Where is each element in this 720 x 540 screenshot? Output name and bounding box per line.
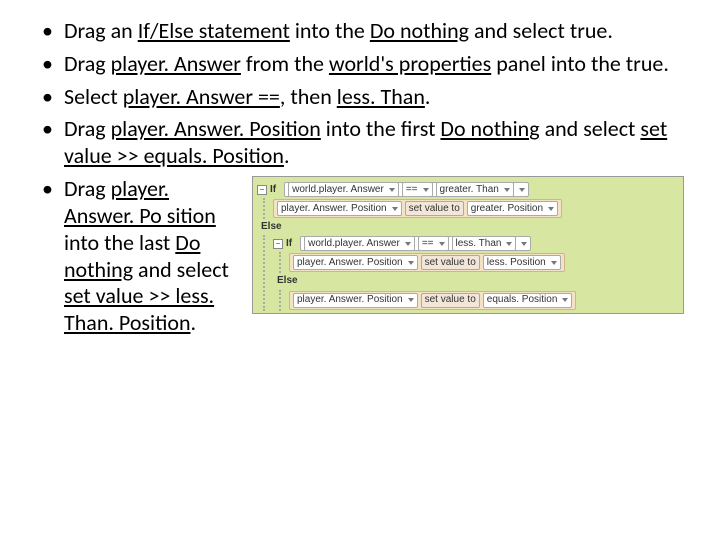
set-box[interactable]: set value to <box>421 293 480 308</box>
set-pill[interactable]: player. Answer. Position set value to eq… <box>289 291 576 310</box>
bullet-1: Drag an If/Else statement into the Do no… <box>36 18 684 45</box>
chevron-down-icon <box>562 298 568 302</box>
chevron-down-icon <box>551 261 557 265</box>
code-screenshot: − If world.player. Answer == greater. Th… <box>252 176 684 313</box>
bullet-list: Drag an If/Else statement into the Do no… <box>36 18 684 337</box>
else-keyword: Else <box>257 219 681 235</box>
text: panel into the true. <box>491 50 669 77</box>
label: less. Position <box>487 257 546 269</box>
chevron-down-icon <box>548 207 554 211</box>
else-body-inner: player. Answer. Position set value to eq… <box>279 290 681 311</box>
if-keyword: If <box>270 184 276 196</box>
chevron-down-icon <box>423 188 429 192</box>
text: and select <box>133 256 229 283</box>
bullet-3: Select player. Answer ==, then less. Tha… <box>36 84 684 111</box>
text: and select true. <box>469 17 613 44</box>
label: player. Answer. Position <box>281 203 387 215</box>
var-box[interactable]: player. Answer. Position <box>293 293 418 308</box>
chevron-down-icon <box>408 298 414 302</box>
underline: Do nothing <box>440 115 539 142</box>
slide: Drag an If/Else statement into the Do no… <box>0 0 720 540</box>
set-box[interactable]: set value to <box>405 201 464 216</box>
underline: player. Answer. Position <box>111 115 321 142</box>
label: set value to <box>425 294 476 306</box>
else-body-outer: − If world.player. Answer == less. Than <box>263 235 681 310</box>
chevron-down-icon <box>439 242 445 246</box>
label: greater. Position <box>471 203 543 215</box>
underline: player. Answer <box>111 50 241 77</box>
text: Drag <box>64 115 111 142</box>
text: into the first <box>321 115 441 142</box>
bullet-5: Drag player. Answer. Po sition into the … <box>36 176 684 337</box>
text: Drag <box>64 175 111 202</box>
if-keyword: If <box>286 238 292 250</box>
text: into the last <box>64 229 175 256</box>
val-box[interactable]: equals. Position <box>483 293 573 308</box>
underline: Do nothing <box>370 17 469 44</box>
label: player. Answer. Position <box>297 257 403 269</box>
if-body-outer: player. Answer. Position set value to gr… <box>263 198 681 219</box>
op-box[interactable]: == <box>402 182 433 197</box>
label: == <box>406 184 418 196</box>
label: greater. Than <box>440 184 499 196</box>
text: into the <box>290 17 370 44</box>
text: , then <box>280 83 337 110</box>
underline: player. Answer == <box>123 83 280 110</box>
val-box[interactable]: less. Than <box>452 236 517 251</box>
label: less. Than <box>456 238 502 250</box>
val-box[interactable]: greater. Position <box>467 201 558 216</box>
bullet-2: Drag player. Answer from the world's pro… <box>36 51 684 78</box>
text: Select <box>64 83 123 110</box>
chevron-down-icon <box>521 242 527 246</box>
text: Drag an <box>64 17 138 44</box>
var-box[interactable]: world.player. Answer <box>288 182 399 197</box>
op-box[interactable]: == <box>418 236 449 251</box>
cond-box[interactable]: world.player. Answer == less. Than <box>300 236 531 251</box>
val-box[interactable]: less. Position <box>483 255 561 270</box>
text: from the <box>241 50 329 77</box>
label: set value to <box>409 203 460 215</box>
label: == <box>422 238 434 250</box>
chevron-down-icon <box>506 242 512 246</box>
text: . <box>284 142 290 169</box>
set-pill[interactable]: player. Answer. Position set value to gr… <box>273 199 562 218</box>
chevron-down-icon <box>519 188 525 192</box>
set-pill[interactable]: player. Answer. Position set value to le… <box>289 253 565 272</box>
chevron-down-icon <box>392 207 398 211</box>
text: . <box>191 309 197 336</box>
else-keyword: Else <box>273 273 681 289</box>
set-row-2[interactable]: player. Answer. Position set value to le… <box>289 252 681 273</box>
text: . <box>425 83 431 110</box>
chevron-down-icon <box>504 188 510 192</box>
collapse-icon[interactable]: − <box>257 185 267 195</box>
underline: less. Than <box>337 83 425 110</box>
text: Drag <box>64 50 111 77</box>
if-body-inner: player. Answer. Position set value to le… <box>279 252 681 273</box>
collapse-icon[interactable]: − <box>273 239 283 249</box>
bullet-4: Drag player. Answer. Position into the f… <box>36 116 684 170</box>
cond-box[interactable]: world.player. Answer == greater. Than <box>284 182 529 197</box>
if-row-outer[interactable]: − If world.player. Answer == greater. Th… <box>257 181 681 198</box>
chevron-down-icon <box>389 188 395 192</box>
chevron-down-icon <box>405 242 411 246</box>
if-row-inner[interactable]: − If world.player. Answer == less. Than <box>273 235 681 252</box>
chevron-down-icon <box>408 261 414 265</box>
label: world.player. Answer <box>292 184 384 196</box>
label: set value to <box>425 257 476 269</box>
code-panel: − If world.player. Answer == greater. Th… <box>252 176 684 313</box>
label: world.player. Answer <box>308 238 400 250</box>
underline: If/Else statement <box>138 17 290 44</box>
text: and select <box>540 115 641 142</box>
set-row-1[interactable]: player. Answer. Position set value to gr… <box>273 198 681 219</box>
var-box[interactable]: world.player. Answer <box>304 236 415 251</box>
underline: world's properties <box>329 50 491 77</box>
label: player. Answer. Position <box>297 294 403 306</box>
set-box[interactable]: set value to <box>421 255 480 270</box>
bullet-5-text: Drag player. Answer. Po sition into the … <box>64 176 244 337</box>
val-box[interactable]: greater. Than <box>436 182 514 197</box>
set-row-3[interactable]: player. Answer. Position set value to eq… <box>289 290 681 311</box>
var-box[interactable]: player. Answer. Position <box>277 201 402 216</box>
var-box[interactable]: player. Answer. Position <box>293 255 418 270</box>
label: equals. Position <box>487 294 558 306</box>
